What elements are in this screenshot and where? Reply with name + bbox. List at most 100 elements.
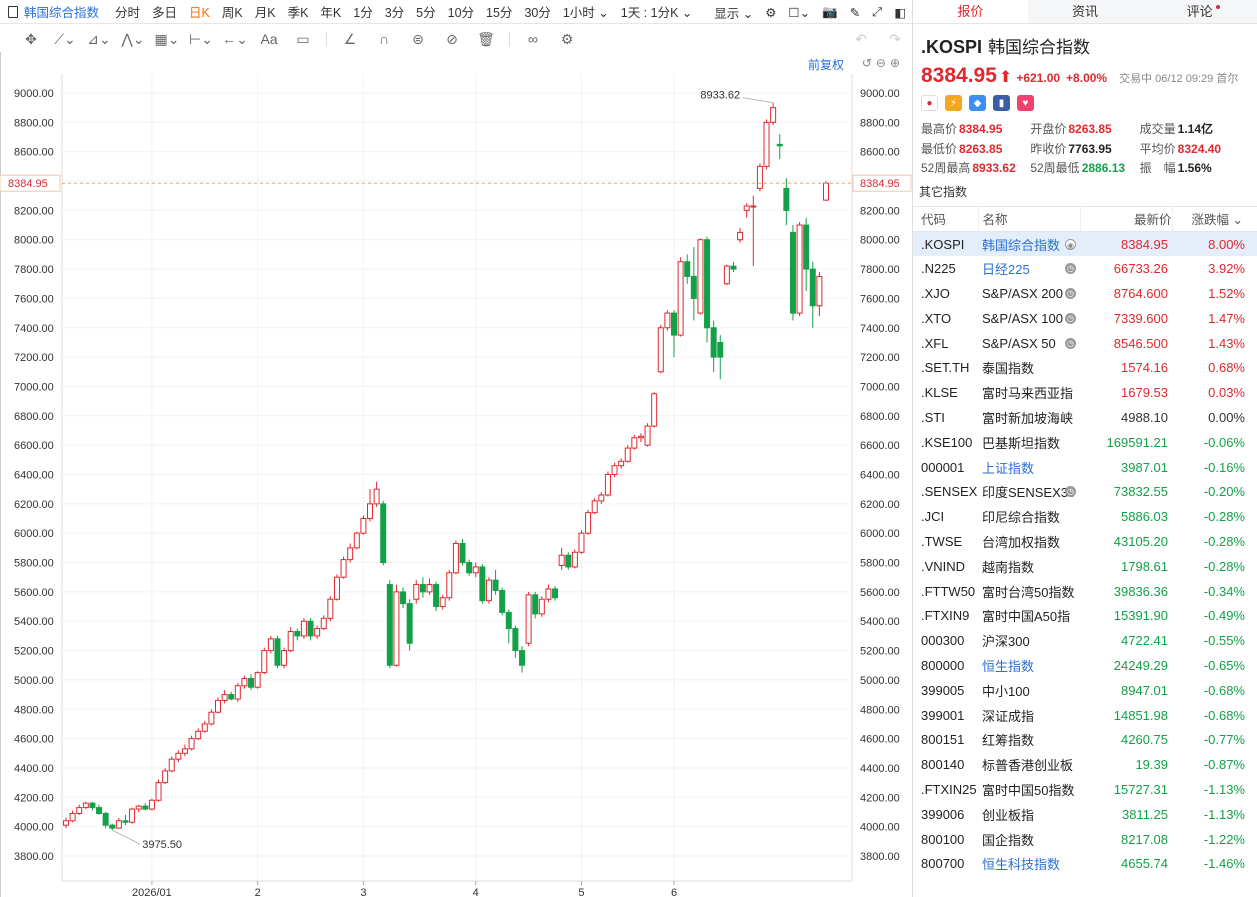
period-11[interactable]: 15分: [486, 2, 512, 21]
period-4[interactable]: 月K: [255, 2, 276, 21]
table-row[interactable]: .XJO S&P/ASX 200 ◷ 8764.600 1.52%: [913, 281, 1257, 306]
candle-body[interactable]: [704, 239, 711, 329]
candle-body[interactable]: [809, 268, 816, 307]
candle-body[interactable]: [168, 758, 175, 772]
candle-body[interactable]: [413, 584, 420, 600]
text-tool-icon[interactable]: Aa: [252, 27, 286, 51]
candle-body[interactable]: [406, 603, 413, 644]
period-0[interactable]: 分时: [115, 2, 140, 21]
col-name-header[interactable]: 名称: [977, 206, 1080, 232]
delete-icon[interactable]: 🗑: [469, 27, 503, 51]
candle-body[interactable]: [624, 447, 631, 462]
table-row[interactable]: 399005 中小100 8947.01 -0.68%: [913, 678, 1257, 703]
candle-body[interactable]: [175, 752, 182, 760]
candle-body[interactable]: [664, 312, 671, 329]
fullscreen-icon[interactable]: ⤢: [872, 5, 882, 20]
candle-body[interactable]: [69, 812, 76, 822]
candle-body[interactable]: [261, 650, 268, 674]
candle-body[interactable]: [135, 805, 142, 810]
period-6[interactable]: 年K: [320, 2, 341, 21]
candle-body[interactable]: [783, 187, 790, 211]
table-row[interactable]: 800000 恒生指数 24249.29 -0.65%: [913, 653, 1257, 678]
table-row[interactable]: .KLSE 富时马来西亚指 1679.53 0.03%: [913, 380, 1257, 405]
candle-body[interactable]: [472, 566, 479, 574]
candle-body[interactable]: [439, 597, 446, 608]
arrow-tool-icon[interactable]: ←⌄: [218, 27, 252, 51]
candle-body[interactable]: [327, 598, 334, 619]
candle-body[interactable]: [499, 589, 506, 613]
candle-body[interactable]: [347, 547, 354, 561]
candle-body[interactable]: [485, 579, 492, 602]
lightning-icon[interactable]: ⚡: [945, 95, 962, 111]
bookmark-icon[interactable]: ▮: [993, 95, 1010, 111]
candle-body[interactable]: [697, 239, 704, 314]
candle-body[interactable]: [677, 261, 684, 336]
candle-body[interactable]: [63, 820, 69, 826]
candle-body[interactable]: [743, 205, 750, 211]
ruler-icon[interactable]: ∠: [333, 27, 367, 51]
candle-body[interactable]: [274, 638, 281, 666]
candle-body[interactable]: [578, 532, 585, 553]
table-row[interactable]: .XFL S&P/ASX 50 ◷ 8546.500 1.43%: [913, 331, 1257, 356]
table-row[interactable]: 399006 创业板指 3811.25 -1.13%: [913, 802, 1257, 827]
tab-news[interactable]: 资讯: [1028, 0, 1143, 23]
candle-body[interactable]: [380, 503, 387, 564]
draw-settings-icon[interactable]: ⚙: [550, 27, 584, 51]
candle-body[interactable]: [505, 611, 512, 630]
candle-body[interactable]: [604, 474, 611, 496]
tab-quote[interactable]: 报价: [913, 0, 1028, 23]
table-row[interactable]: .SET.TH 泰国指数 1574.16 0.68%: [913, 355, 1257, 380]
candle-body[interactable]: [598, 494, 605, 502]
candle-body[interactable]: [307, 620, 314, 637]
candle-body[interactable]: [558, 554, 565, 566]
candle-body[interactable]: [631, 437, 638, 449]
table-row[interactable]: 800140 标普香港创业板 19.39 -0.87%: [913, 752, 1257, 777]
table-row[interactable]: .JCI 印尼综合指数 5886.03 -0.28%: [913, 504, 1257, 529]
col-pct-header[interactable]: 涨跌幅 ⌄: [1171, 206, 1257, 232]
candle-body[interactable]: [248, 677, 255, 688]
candle-body[interactable]: [644, 425, 651, 446]
candle-body[interactable]: [221, 694, 228, 701]
candle-body[interactable]: [803, 224, 810, 270]
table-row[interactable]: .KSE100 巴基斯坦指数 169591.21 -0.06%: [913, 430, 1257, 455]
candle-body[interactable]: [710, 327, 717, 358]
candle-body[interactable]: [776, 143, 783, 147]
candle-body[interactable]: [360, 518, 367, 534]
candle-body[interactable]: [618, 460, 625, 467]
table-row[interactable]: 800700 恒生科技指数 4655.74 -1.46%: [913, 851, 1257, 876]
settings-icon[interactable]: ⚙: [765, 5, 776, 20]
candle-body[interactable]: [492, 579, 499, 591]
candle-body[interactable]: [591, 500, 598, 514]
table-row[interactable]: .XTO S&P/ASX 100 ◷ 7339.600 1.47%: [913, 306, 1257, 331]
candle-body[interactable]: [320, 617, 327, 630]
period-14[interactable]: 1天 : 1分K ⌄: [621, 2, 693, 21]
candle-body[interactable]: [737, 231, 744, 241]
period-5[interactable]: 季K: [288, 2, 309, 21]
candle-body[interactable]: [234, 685, 241, 700]
candle-body[interactable]: [287, 631, 294, 652]
table-row[interactable]: 399001 深证成指 14851.98 -0.68%: [913, 703, 1257, 728]
table-row[interactable]: 800151 红筹指数 4260.75 -0.77%: [913, 727, 1257, 752]
period-9[interactable]: 5分: [416, 2, 435, 21]
candle-body[interactable]: [763, 121, 770, 167]
candle-body[interactable]: [281, 650, 288, 666]
candle-body[interactable]: [215, 699, 221, 713]
candle-body[interactable]: [823, 182, 829, 201]
candle-body[interactable]: [419, 584, 426, 593]
candle-body[interactable]: [466, 562, 473, 574]
table-row[interactable]: 000300 沪深300 4722.41 -0.55%: [913, 628, 1257, 653]
col-last-header[interactable]: 最新价: [1079, 206, 1172, 232]
candle-body[interactable]: [545, 588, 552, 600]
candle-body[interactable]: [76, 807, 83, 814]
tag-icon[interactable]: ◆: [969, 95, 986, 111]
table-row[interactable]: .STI 富时新加坡海峡 4988.10 0.00%: [913, 405, 1257, 430]
candle-body[interactable]: [340, 559, 347, 578]
candle-body[interactable]: [796, 224, 803, 314]
sidebar-toggle-icon[interactable]: ◧: [894, 5, 906, 20]
candle-body[interactable]: [129, 808, 136, 823]
candle-body[interactable]: [393, 591, 400, 666]
period-10[interactable]: 10分: [448, 2, 474, 21]
lock-icon[interactable]: ⊜: [401, 27, 435, 51]
table-row[interactable]: .FTXIN25 富时中国50指数 15727.31 -1.13%: [913, 777, 1257, 802]
candle-body[interactable]: [756, 165, 763, 189]
